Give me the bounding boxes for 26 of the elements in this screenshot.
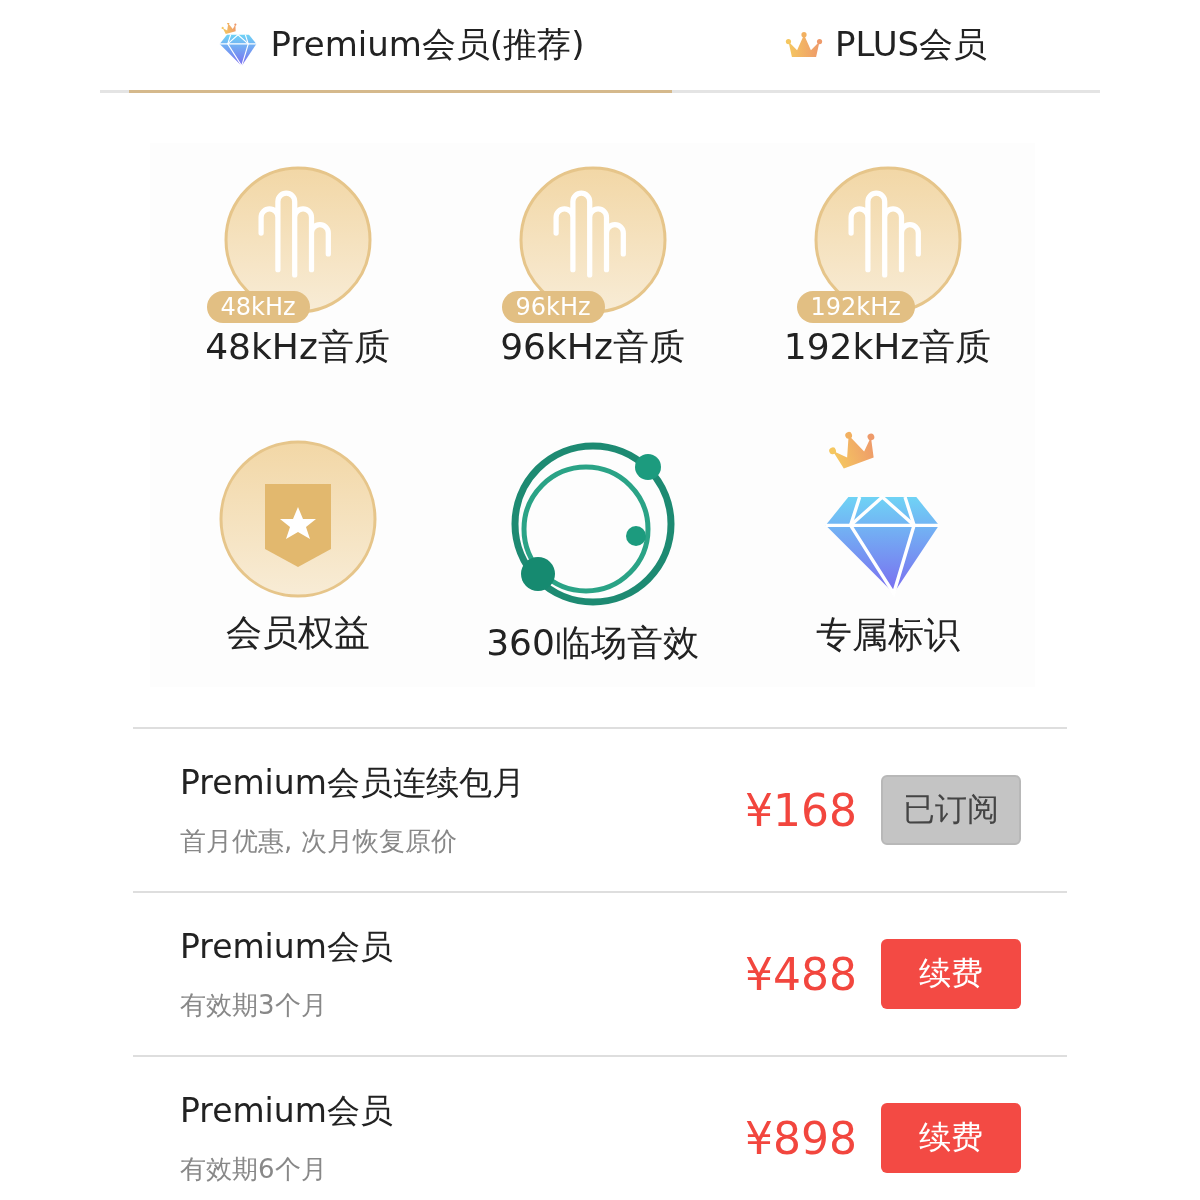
plan-title: Premium会员连续包月 <box>180 762 526 804</box>
plan-title: Premium会员 <box>180 1090 394 1132</box>
price: ¥488 <box>745 948 857 1000</box>
frequency-badge: 96kHz <box>501 291 605 323</box>
sound-wave-icon <box>517 165 668 315</box>
tab[interactable]: Premium会员(推荐) <box>129 0 672 93</box>
tab[interactable]: PLUS会员 <box>672 0 1100 93</box>
feature-label: 96kHz音质 <box>500 325 685 369</box>
feature-label: 48kHz音质 <box>205 325 390 369</box>
feature-label: 会员权益 <box>225 611 370 655</box>
price: ¥898 <box>745 1112 857 1164</box>
price: ¥168 <box>745 784 857 836</box>
feature-label: 360临场音效 <box>486 621 699 665</box>
feature-label: 192kHz音质 <box>783 325 992 369</box>
plan-subtitle: 首月优惠, 次月恢复原价 <box>180 825 458 858</box>
renew-button[interactable]: 续费 <box>881 1103 1021 1173</box>
frequency-badge: 192kHz <box>796 291 915 323</box>
renew-button[interactable]: 续费 <box>881 939 1021 1009</box>
plan-title: Premium会员 <box>180 926 394 968</box>
plan-subtitle: 有效期6个月 <box>180 1153 328 1186</box>
sound-wave-icon <box>222 165 373 315</box>
star-shield-icon <box>217 439 378 599</box>
plan-subtitle: 有效期3个月 <box>180 989 328 1022</box>
frequency-badge: 48kHz <box>206 291 310 323</box>
crown-icon <box>784 31 823 59</box>
feature-label: 专属标识 <box>815 613 960 657</box>
